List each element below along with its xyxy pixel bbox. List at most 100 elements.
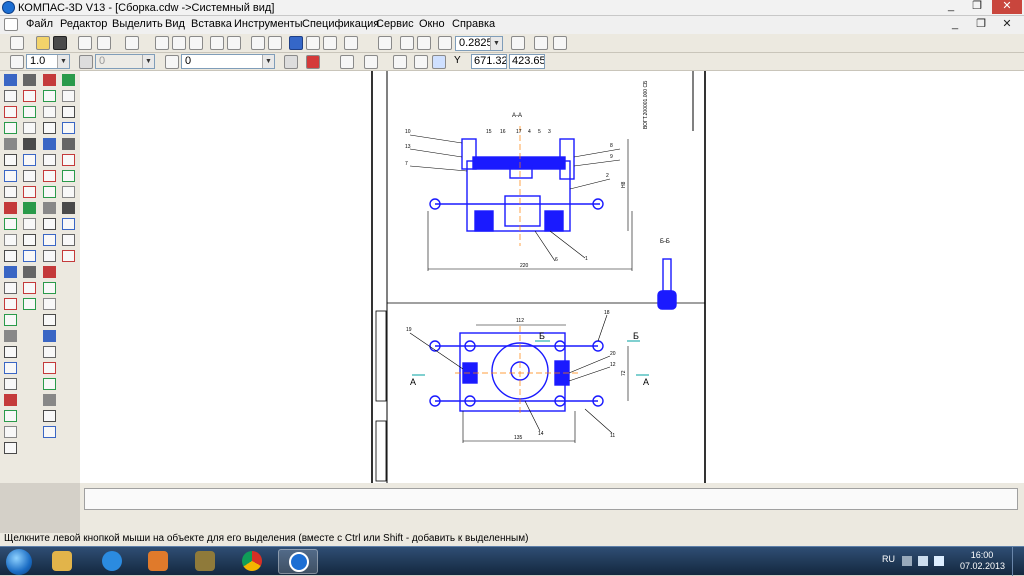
tool-button[interactable]	[43, 378, 56, 390]
layer-icon[interactable]	[79, 55, 93, 69]
copy-icon[interactable]	[172, 36, 186, 50]
step-combo[interactable]: 1.0 ▼	[26, 54, 70, 69]
tool-button[interactable]	[43, 362, 56, 374]
tool-button[interactable]	[4, 378, 17, 390]
variables-icon[interactable]	[306, 36, 320, 50]
menu-view[interactable]: Вид	[165, 18, 185, 30]
maximize-button[interactable]: ❐	[964, 0, 990, 14]
tool-button[interactable]	[23, 234, 36, 246]
tool-button[interactable]	[23, 106, 36, 118]
menu-service[interactable]: Сервис	[376, 18, 414, 30]
taskbar-explorer[interactable]	[42, 549, 82, 574]
tool-button[interactable]	[43, 234, 56, 246]
network-icon[interactable]	[918, 556, 928, 566]
tool-button[interactable]	[4, 138, 17, 150]
tool-button[interactable]	[4, 218, 17, 230]
doc-minimize-button[interactable]: _	[942, 18, 968, 32]
coord-x-field[interactable]: 671.326	[471, 54, 507, 69]
menu-specification[interactable]: Спецификация	[302, 18, 379, 30]
tool-button[interactable]	[43, 186, 56, 198]
tool-button[interactable]	[4, 298, 17, 310]
tool-button[interactable]	[23, 282, 36, 294]
function-icon[interactable]	[323, 36, 337, 50]
tool-button[interactable]	[62, 106, 75, 118]
tool-button[interactable]	[43, 346, 56, 358]
tool-button[interactable]	[62, 74, 75, 86]
format-painter-icon[interactable]	[210, 36, 224, 50]
zoom-in-icon[interactable]	[400, 36, 414, 50]
tool-button[interactable]	[62, 170, 75, 182]
menu-help[interactable]: Справка	[452, 18, 495, 30]
tray-arrow-icon[interactable]	[902, 556, 912, 566]
tool-button[interactable]	[4, 122, 17, 134]
tool-button[interactable]	[4, 266, 17, 278]
menu-editor[interactable]: Редактор	[60, 18, 107, 30]
tool-button[interactable]	[4, 330, 17, 342]
tool-button[interactable]	[62, 186, 75, 198]
manager-icon[interactable]	[289, 36, 303, 50]
step-icon[interactable]	[10, 55, 24, 69]
tool-button[interactable]	[4, 90, 17, 102]
doc-close-button[interactable]: ✕	[994, 18, 1020, 32]
menu-window[interactable]: Окно	[419, 18, 445, 30]
pan-icon[interactable]	[511, 36, 525, 50]
print-icon[interactable]	[78, 36, 92, 50]
volume-icon[interactable]	[934, 556, 944, 566]
doc-restore-button[interactable]: ❐	[968, 18, 994, 32]
tool-button[interactable]	[4, 202, 17, 214]
tool-button[interactable]	[62, 202, 75, 214]
redo-icon[interactable]	[268, 36, 282, 50]
ortho-mode-icon[interactable]	[414, 55, 428, 69]
document-icon[interactable]	[4, 18, 18, 31]
help-pointer-icon[interactable]	[344, 36, 358, 50]
zoom-out-icon[interactable]	[417, 36, 431, 50]
undo-icon[interactable]	[251, 36, 265, 50]
tool-button[interactable]	[62, 234, 75, 246]
section-aa-view[interactable]	[429, 138, 604, 232]
close-button[interactable]: ✕	[992, 0, 1022, 14]
chevron-down-icon[interactable]: ▼	[262, 55, 274, 68]
tool-button[interactable]	[4, 74, 17, 86]
zoom-scale-icon[interactable]	[438, 36, 452, 50]
new-icon[interactable]	[10, 36, 24, 50]
tool-button[interactable]	[23, 218, 36, 230]
tool-button[interactable]	[23, 90, 36, 102]
open-icon[interactable]	[36, 36, 50, 50]
drawing-canvas[interactable]: ВОГТ.200001.000 СБ А-А 10 15 16 17 4 5 3…	[80, 71, 1024, 483]
properties-icon[interactable]	[125, 36, 139, 50]
clock[interactable]: 16:00 07.02.2013	[960, 550, 1005, 572]
taskbar-chrome[interactable]	[232, 549, 272, 574]
tool-button[interactable]	[43, 426, 56, 438]
tool-button[interactable]	[4, 314, 17, 326]
tool-button[interactable]	[4, 170, 17, 182]
language-indicator[interactable]: RU	[882, 554, 895, 564]
tool-button[interactable]	[43, 394, 56, 406]
tool-button[interactable]	[43, 250, 56, 262]
taskbar-tool[interactable]	[185, 549, 225, 574]
tool-button[interactable]	[4, 282, 17, 294]
chevron-down-icon[interactable]: ▼	[490, 37, 502, 50]
tool-button[interactable]	[43, 218, 56, 230]
tool-button[interactable]	[62, 122, 75, 134]
start-button[interactable]	[6, 549, 32, 575]
tool-button[interactable]	[43, 170, 56, 182]
tool-button[interactable]	[43, 106, 56, 118]
tool-button[interactable]	[23, 250, 36, 262]
orto-icon[interactable]	[284, 55, 298, 69]
library-icon[interactable]	[227, 36, 241, 50]
tool-button[interactable]	[4, 442, 17, 454]
tool-button[interactable]	[4, 154, 17, 166]
tool-button[interactable]	[43, 298, 56, 310]
tool-button[interactable]	[4, 426, 17, 438]
tool-button[interactable]	[4, 234, 17, 246]
menu-file[interactable]: Файл	[26, 18, 53, 30]
tool-button[interactable]	[43, 202, 56, 214]
tool-button[interactable]	[43, 138, 56, 150]
tool-button[interactable]	[4, 250, 17, 262]
magnet-icon[interactable]	[306, 55, 320, 69]
tool-button[interactable]	[4, 394, 17, 406]
snap-icon[interactable]	[432, 55, 446, 69]
zoom-window-icon[interactable]	[378, 36, 392, 50]
minimize-button[interactable]: _	[938, 0, 964, 14]
section-bb-view[interactable]	[657, 258, 677, 310]
